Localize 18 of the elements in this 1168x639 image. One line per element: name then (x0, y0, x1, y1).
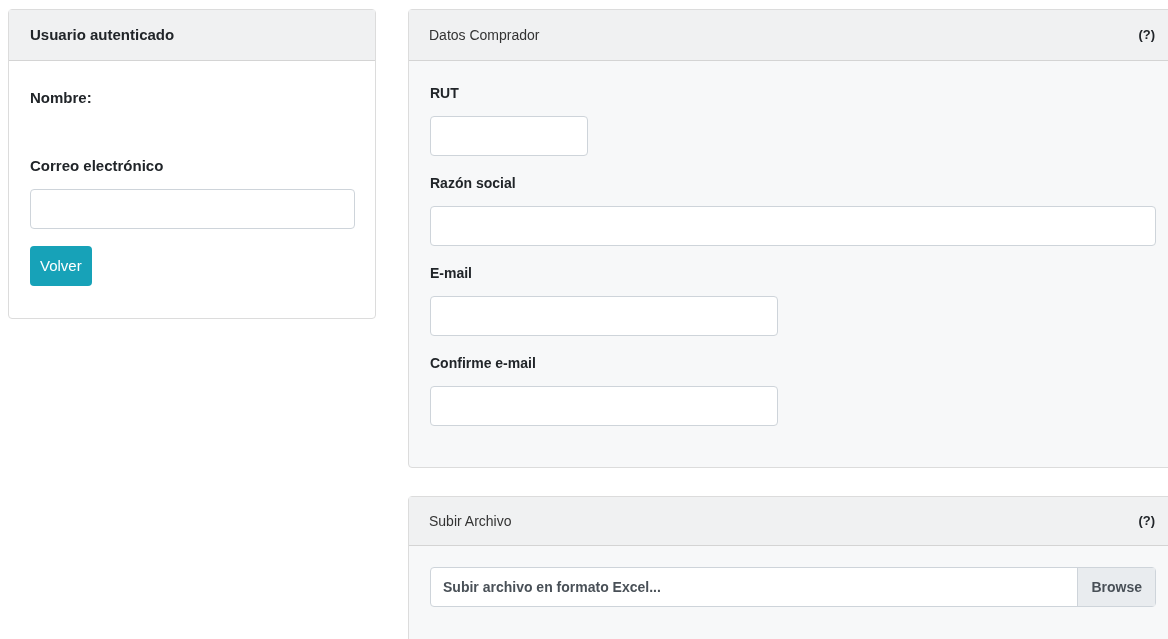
field-label: Correo electrónico (30, 155, 165, 176)
card-title: Datos Comprador (429, 25, 540, 45)
field-label: Nombre: (30, 88, 93, 108)
text-field[interactable] (430, 296, 778, 336)
card-title: Subir Archivo (429, 511, 512, 531)
field-label: E-mail (430, 264, 473, 283)
file-input[interactable]: Subir archivo en formato Excel... Browse (430, 567, 1156, 607)
help-link[interactable]: (?) (1138, 511, 1155, 531)
field-label: Razón social (430, 174, 517, 193)
field-label: RUT (430, 84, 460, 103)
text-field[interactable] (430, 386, 778, 426)
text-field[interactable] (430, 206, 1156, 246)
help-link[interactable]: (?) (1138, 25, 1155, 45)
card-title: Usuario autenticado (30, 24, 175, 45)
email-field[interactable] (30, 189, 355, 229)
field-label: Confirme e-mail (430, 354, 537, 373)
browse-button[interactable]: Browse (1077, 568, 1155, 606)
text-field[interactable] (430, 116, 588, 156)
